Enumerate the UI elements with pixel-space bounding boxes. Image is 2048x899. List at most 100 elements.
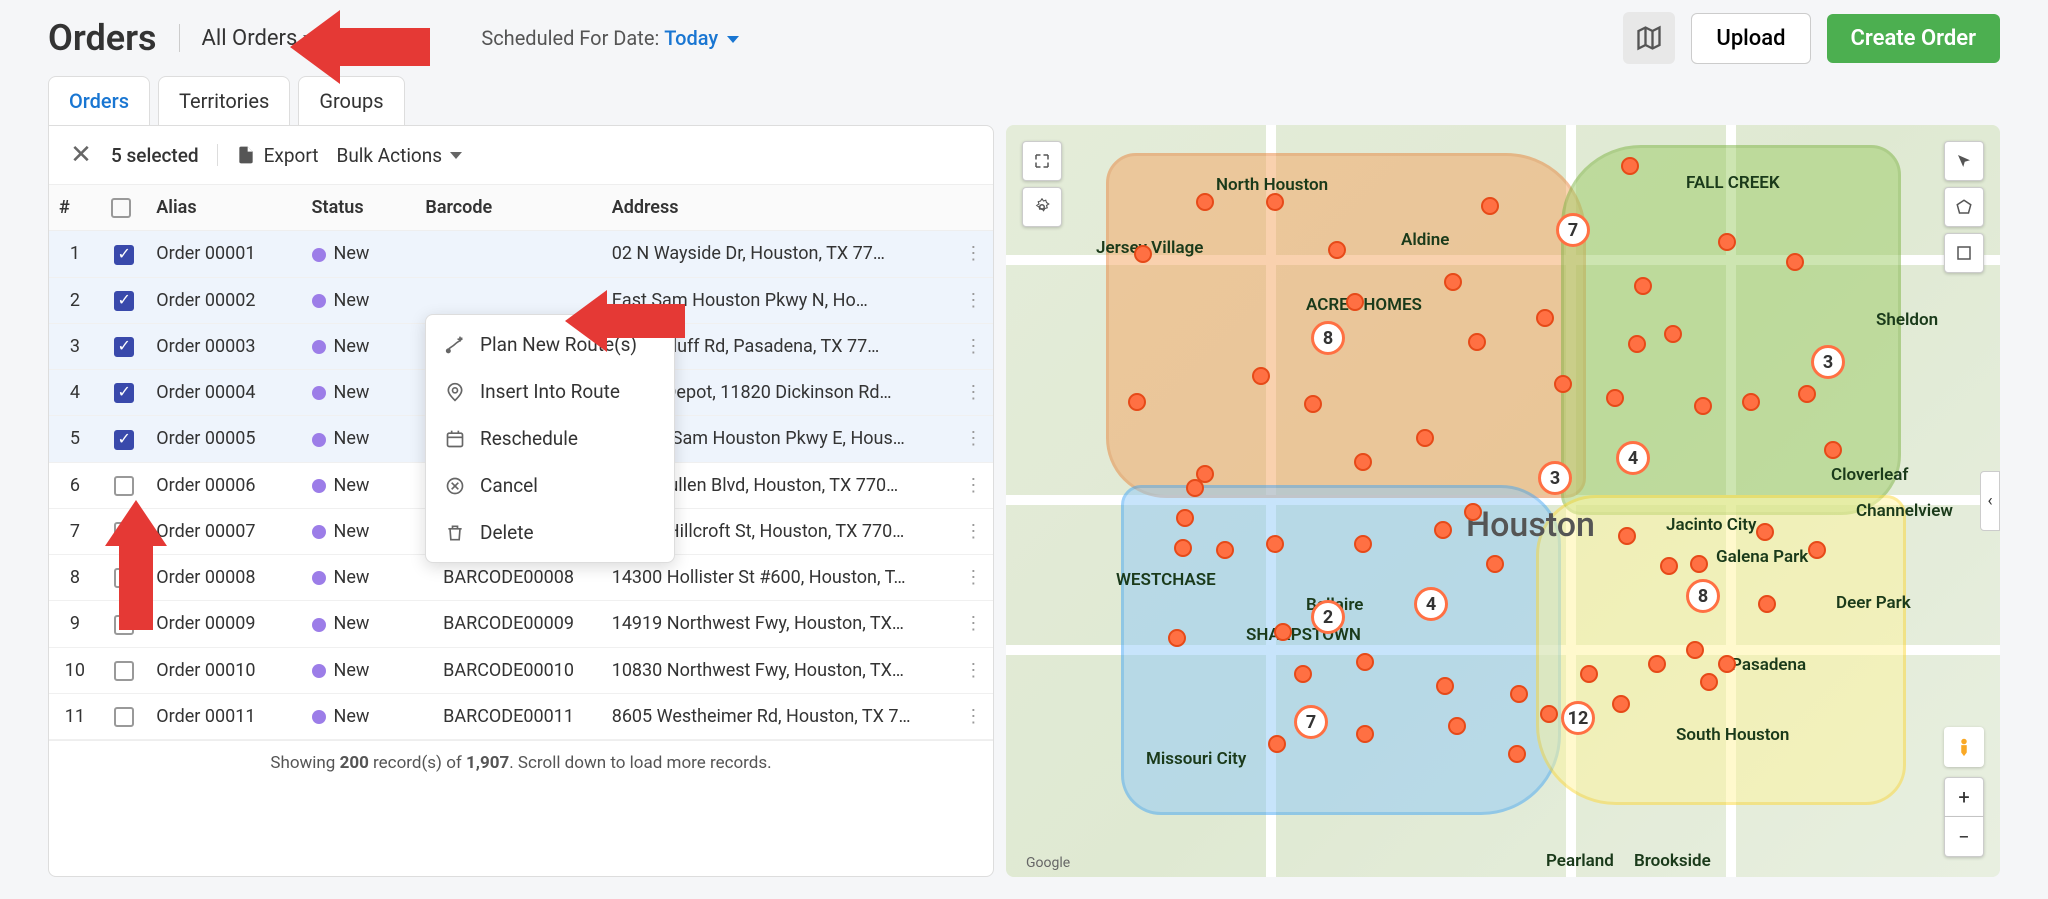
map-marker-dot[interactable] bbox=[1464, 503, 1482, 521]
map-cluster-marker[interactable]: 12 bbox=[1561, 701, 1595, 735]
menu-insert-into-route[interactable]: Insert Into Route bbox=[426, 368, 674, 415]
map-marker-dot[interactable] bbox=[1606, 389, 1624, 407]
map-marker-dot[interactable] bbox=[1444, 273, 1462, 291]
rectangle-tool-button[interactable] bbox=[1944, 233, 1984, 273]
map-marker-dot[interactable] bbox=[1468, 333, 1486, 351]
map-cluster-marker[interactable]: 2 bbox=[1311, 600, 1345, 634]
map-marker-dot[interactable] bbox=[1354, 453, 1372, 471]
pointer-tool-button[interactable] bbox=[1944, 141, 1984, 181]
row-actions-button[interactable]: ⋮ bbox=[954, 508, 993, 554]
map-marker-dot[interactable] bbox=[1554, 375, 1572, 393]
row-actions-button[interactable]: ⋮ bbox=[954, 647, 993, 693]
map-marker-dot[interactable] bbox=[1186, 479, 1204, 497]
territory-green[interactable] bbox=[1561, 145, 1901, 515]
map-marker-dot[interactable] bbox=[1634, 277, 1652, 295]
map-marker-dot[interactable] bbox=[1346, 293, 1364, 311]
map-marker-dot[interactable] bbox=[1786, 253, 1804, 271]
fullscreen-button[interactable] bbox=[1022, 141, 1062, 181]
map-marker-dot[interactable] bbox=[1756, 523, 1774, 541]
map-settings-button[interactable] bbox=[1022, 187, 1062, 227]
map-marker-dot[interactable] bbox=[1356, 653, 1374, 671]
map-marker-dot[interactable] bbox=[1660, 557, 1678, 575]
map-marker-dot[interactable] bbox=[1690, 555, 1708, 573]
row-checkbox[interactable] bbox=[114, 707, 134, 727]
map-marker-dot[interactable] bbox=[1808, 541, 1826, 559]
map-marker-dot[interactable] bbox=[1448, 717, 1466, 735]
row-actions-button[interactable]: ⋮ bbox=[954, 462, 993, 508]
map-marker-dot[interactable] bbox=[1508, 745, 1526, 763]
row-checkbox[interactable] bbox=[114, 337, 134, 357]
scheduled-date-dropdown[interactable]: Today bbox=[664, 26, 739, 50]
map-marker-dot[interactable] bbox=[1266, 193, 1284, 211]
row-actions-button[interactable]: ⋮ bbox=[954, 277, 993, 323]
map-marker-dot[interactable] bbox=[1252, 367, 1270, 385]
menu-delete[interactable]: Delete bbox=[426, 509, 674, 556]
map-marker-dot[interactable] bbox=[1134, 245, 1152, 263]
row-checkbox[interactable] bbox=[114, 245, 134, 265]
map-marker-dot[interactable] bbox=[1540, 705, 1558, 723]
map-marker-dot[interactable] bbox=[1486, 555, 1504, 573]
table-row[interactable]: 11Order 00011NewBARCODE000118605 Westhei… bbox=[49, 693, 993, 739]
row-actions-button[interactable]: ⋮ bbox=[954, 416, 993, 462]
map-marker-dot[interactable] bbox=[1718, 655, 1736, 673]
row-checkbox[interactable] bbox=[114, 661, 134, 681]
map-marker-dot[interactable] bbox=[1621, 157, 1639, 175]
menu-reschedule[interactable]: Reschedule bbox=[426, 415, 674, 462]
map-marker-dot[interactable] bbox=[1416, 429, 1434, 447]
map-toggle-button[interactable] bbox=[1623, 12, 1675, 64]
map-collapse-button[interactable]: ‹ bbox=[1980, 471, 2000, 531]
map-marker-dot[interactable] bbox=[1268, 735, 1286, 753]
map-marker-dot[interactable] bbox=[1510, 685, 1528, 703]
map-marker-dot[interactable] bbox=[1718, 233, 1736, 251]
map-cluster-marker[interactable]: 8 bbox=[1311, 321, 1345, 355]
map-marker-dot[interactable] bbox=[1294, 665, 1312, 683]
upload-button[interactable]: Upload bbox=[1691, 13, 1810, 64]
table-row[interactable]: 10Order 00010NewBARCODE0001010830 Northw… bbox=[49, 647, 993, 693]
row-actions-button[interactable]: ⋮ bbox=[954, 693, 993, 739]
map-marker-dot[interactable] bbox=[1580, 665, 1598, 683]
map-marker-dot[interactable] bbox=[1758, 595, 1776, 613]
map-marker-dot[interactable] bbox=[1176, 509, 1194, 527]
map-marker-dot[interactable] bbox=[1216, 541, 1234, 559]
map-marker-dot[interactable] bbox=[1168, 629, 1186, 647]
map-cluster-marker[interactable]: 3 bbox=[1538, 461, 1572, 495]
map-marker-dot[interactable] bbox=[1356, 725, 1374, 743]
row-checkbox[interactable] bbox=[114, 476, 134, 496]
row-checkbox[interactable] bbox=[114, 291, 134, 311]
map-marker-dot[interactable] bbox=[1328, 241, 1346, 259]
menu-cancel[interactable]: Cancel bbox=[426, 462, 674, 509]
bulk-actions-dropdown[interactable]: Bulk Actions bbox=[336, 144, 462, 167]
row-actions-button[interactable]: ⋮ bbox=[954, 323, 993, 369]
map-marker-dot[interactable] bbox=[1694, 397, 1712, 415]
map-cluster-marker[interactable]: 4 bbox=[1414, 587, 1448, 621]
map-marker-dot[interactable] bbox=[1824, 441, 1842, 459]
zoom-in-button[interactable]: + bbox=[1944, 777, 1984, 817]
tab-territories[interactable]: Territories bbox=[158, 76, 290, 125]
map-marker-dot[interactable] bbox=[1742, 393, 1760, 411]
map-panel[interactable]: Houston North Houston Aldine ACRES HOMES… bbox=[1006, 125, 2000, 877]
map-marker-dot[interactable] bbox=[1481, 197, 1499, 215]
map-marker-dot[interactable] bbox=[1436, 677, 1454, 695]
row-checkbox[interactable] bbox=[114, 383, 134, 403]
map-marker-dot[interactable] bbox=[1648, 655, 1666, 673]
create-order-button[interactable]: Create Order bbox=[1827, 14, 2000, 63]
polygon-tool-button[interactable] bbox=[1944, 187, 1984, 227]
map-marker-dot[interactable] bbox=[1266, 535, 1284, 553]
map-marker-dot[interactable] bbox=[1798, 385, 1816, 403]
export-button[interactable]: Export bbox=[236, 144, 319, 167]
row-actions-button[interactable]: ⋮ bbox=[954, 231, 993, 277]
map-cluster-marker[interactable]: 8 bbox=[1686, 579, 1720, 613]
map-marker-dot[interactable] bbox=[1686, 641, 1704, 659]
select-all-checkbox[interactable] bbox=[111, 198, 131, 218]
map-marker-dot[interactable] bbox=[1274, 623, 1292, 641]
map-cluster-marker[interactable]: 7 bbox=[1294, 705, 1328, 739]
map-marker-dot[interactable] bbox=[1304, 395, 1322, 413]
map-marker-dot[interactable] bbox=[1612, 695, 1630, 713]
map-marker-dot[interactable] bbox=[1434, 521, 1452, 539]
map-cluster-marker[interactable]: 4 bbox=[1616, 441, 1650, 475]
table-row[interactable]: 1Order 00001New02 N Wayside Dr, Houston,… bbox=[49, 231, 993, 277]
map-marker-dot[interactable] bbox=[1536, 309, 1554, 327]
streetview-pegman[interactable] bbox=[1944, 727, 1984, 767]
map-cluster-marker[interactable]: 3 bbox=[1811, 345, 1845, 379]
map-marker-dot[interactable] bbox=[1128, 393, 1146, 411]
